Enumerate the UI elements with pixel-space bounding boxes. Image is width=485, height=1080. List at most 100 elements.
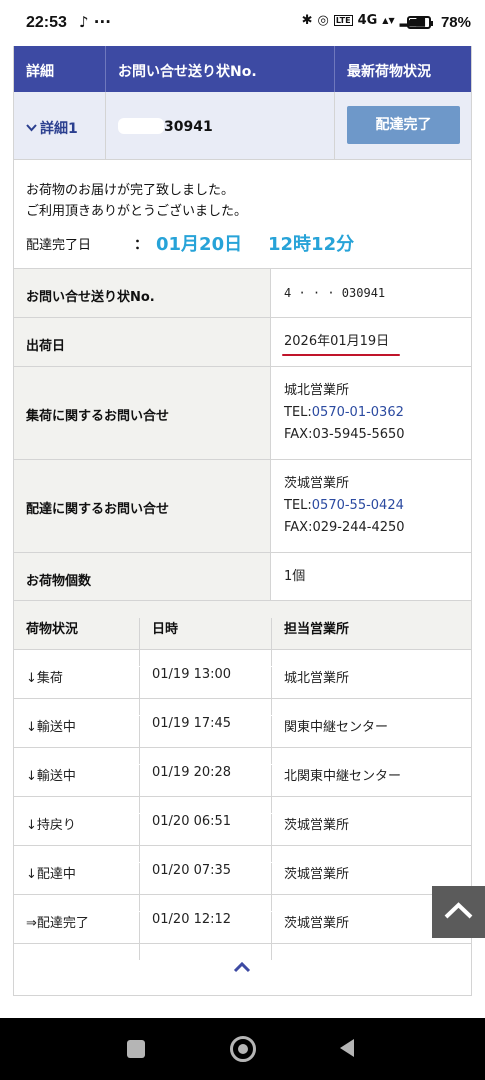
info-row-count: お荷物個数 1個	[14, 552, 471, 601]
info-label-cell: 集荷に関するお問い合せ	[14, 367, 271, 459]
history-office: 茨城営業所	[284, 916, 350, 931]
collapse-chevron-up-icon[interactable]	[232, 960, 252, 974]
history-col-datetime: 日時	[152, 622, 179, 637]
history-status: ↓持戻り	[26, 818, 76, 833]
scroll-top-button[interactable]	[432, 886, 485, 938]
home-icon[interactable]	[230, 1036, 256, 1062]
office-name: 茨城営業所	[284, 476, 350, 491]
navigation-bar	[0, 1018, 485, 1080]
info-label-cell: 配達に関するお問い合せ	[14, 460, 271, 552]
office-fax: FAX:029-244-4250	[284, 520, 405, 535]
history-datetime: 01/20 06:51	[152, 814, 232, 829]
tracking-number: 30941	[118, 118, 213, 135]
hotspot-icon: ◎	[317, 13, 329, 28]
header-tracking-no: お問い合せ送り状No.	[118, 64, 257, 80]
detail-toggle-label: 詳細1	[40, 121, 78, 137]
history-datetime: 01/19 20:28	[152, 765, 232, 780]
bluetooth-icon: ✱	[301, 13, 313, 28]
clock: 22:53	[26, 14, 67, 31]
office-name: 城北営業所	[284, 383, 350, 398]
battery-percent: 78%	[440, 14, 471, 31]
delivery-message: お荷物のお届けが完了致しました。 ご利用頂きありがとうございました。 配達完了日…	[14, 160, 471, 268]
status-bar: 22:53 ♪ ··· ✱ ◎ LTE 4G ▲▼ ▂▄▆ 78%	[0, 0, 485, 46]
tel-prefix: TEL:	[284, 498, 312, 513]
volte-icon: LTE	[333, 15, 353, 26]
info-value: 茨城営業所 TEL:0570-55-0424 FAX:029-244-4250	[284, 473, 405, 539]
colon: ：	[134, 237, 148, 253]
info-value: 1個	[284, 569, 306, 584]
delivered-time: 12時12分	[268, 234, 355, 255]
info-row-ship-date: 出荷日 2026年01月19日	[14, 317, 471, 366]
info-label: お問い合せ送り状No.	[26, 290, 155, 305]
status-button[interactable]: 配達完了	[347, 106, 460, 144]
history-datetime: 01/20 07:35	[152, 863, 232, 878]
divider	[334, 92, 335, 160]
history-status: ↓配達中	[26, 867, 76, 882]
message-line: お荷物のお届けが完了致しました。	[26, 183, 235, 198]
history-row: ↓持戻り 01/20 06:51 茨城営業所	[14, 796, 471, 862]
table-bottom-border	[14, 943, 471, 944]
data-activity-icon: ▲▼	[382, 16, 395, 25]
history-office: 茨城営業所	[284, 818, 350, 833]
history-row: ⇒配達完了 01/20 12:12 茨城営業所	[14, 894, 471, 960]
history-status: ↓輸送中	[26, 720, 76, 735]
history-col-office: 担当営業所	[284, 622, 350, 637]
history-office: 北関東中継センター	[284, 769, 402, 784]
history-status: ↓輸送中	[26, 769, 76, 784]
history-row: ↓集荷 01/19 13:00 城北営業所	[14, 649, 471, 715]
info-label-cell: お荷物個数	[14, 553, 271, 601]
info-row-tracking: お問い合せ送り状No. 4 · · · 030941	[14, 268, 471, 317]
history-office: 茨城営業所	[284, 867, 350, 882]
info-label: 集荷に関するお問い合せ	[26, 409, 170, 424]
info-value: 城北営業所 TEL:0570-01-0362 FAX:03-5945-5650	[284, 380, 405, 446]
history-row: ↓輸送中 01/19 17:45 関東中継センター	[14, 698, 471, 764]
chevron-down-icon	[26, 124, 37, 132]
red-underline	[282, 354, 400, 356]
history-row: ↓輸送中 01/19 20:28 北関東中継センター	[14, 747, 471, 813]
notification-icons: ♪ ···	[79, 13, 111, 31]
back-icon[interactable]	[338, 1038, 356, 1058]
tracking-number-visible: 30941	[164, 119, 213, 135]
tracking-result: 詳細 お問い合せ送り状No. 最新荷物状況 詳細1 30941 配達完了 お荷物…	[13, 46, 472, 996]
history-datetime: 01/20 12:12	[152, 912, 232, 927]
history-row: ↓配達中 01/20 07:35 茨城営業所	[14, 845, 471, 911]
tel-prefix: TEL:	[284, 405, 312, 420]
office-tel: TEL:0570-55-0424	[284, 495, 405, 517]
header-detail: 詳細	[26, 64, 54, 80]
info-label-cell: 出荷日	[14, 318, 271, 366]
history-col-status: 荷物状況	[26, 622, 79, 637]
info-value: 4 · · · 030941	[284, 286, 386, 300]
header-latest-status: 最新荷物状況	[347, 64, 431, 80]
detail-row: 詳細1 30941 配達完了	[14, 92, 471, 160]
delivered-date: 01月20日	[156, 234, 243, 255]
history-status: ⇒配達完了	[26, 916, 89, 931]
result-header: 詳細 お問い合せ送り状No. 最新荷物状況	[14, 46, 471, 92]
info-value: 2026年01月19日	[284, 334, 390, 349]
tel-link[interactable]: 0570-55-0424	[312, 498, 404, 513]
info-label: お荷物個数	[26, 574, 92, 589]
history-header: 荷物状況 日時 担当営業所	[14, 600, 471, 666]
battery-level	[410, 19, 425, 26]
info-row-delivery: 配達に関するお問い合せ 茨城営業所 TEL:0570-55-0424 FAX:0…	[14, 459, 471, 552]
divider	[271, 912, 272, 960]
office-fax: FAX:03-5945-5650	[284, 427, 405, 442]
info-label: 出荷日	[26, 339, 66, 354]
network-type-icon: 4G	[357, 13, 378, 28]
redaction-mask	[118, 118, 164, 134]
divider	[105, 92, 106, 160]
recent-apps-icon[interactable]	[127, 1040, 145, 1058]
detail-toggle[interactable]: 詳細1	[26, 118, 78, 138]
history-status: ↓集荷	[26, 671, 63, 686]
chevron-up-icon	[444, 902, 473, 919]
office-tel: TEL:0570-01-0362	[284, 402, 405, 424]
info-label-cell: お問い合せ送り状No.	[14, 269, 271, 317]
info-label: 配達に関するお問い合せ	[26, 502, 170, 517]
history-office: 城北営業所	[284, 671, 350, 686]
divider	[334, 46, 335, 92]
tel-link[interactable]: 0570-01-0362	[312, 405, 404, 420]
history-datetime: 01/19 13:00	[152, 667, 232, 682]
divider	[105, 46, 106, 92]
history-office: 関東中継センター	[284, 720, 389, 735]
divider	[139, 912, 140, 960]
delivered-date-label: 配達完了日	[26, 238, 92, 253]
